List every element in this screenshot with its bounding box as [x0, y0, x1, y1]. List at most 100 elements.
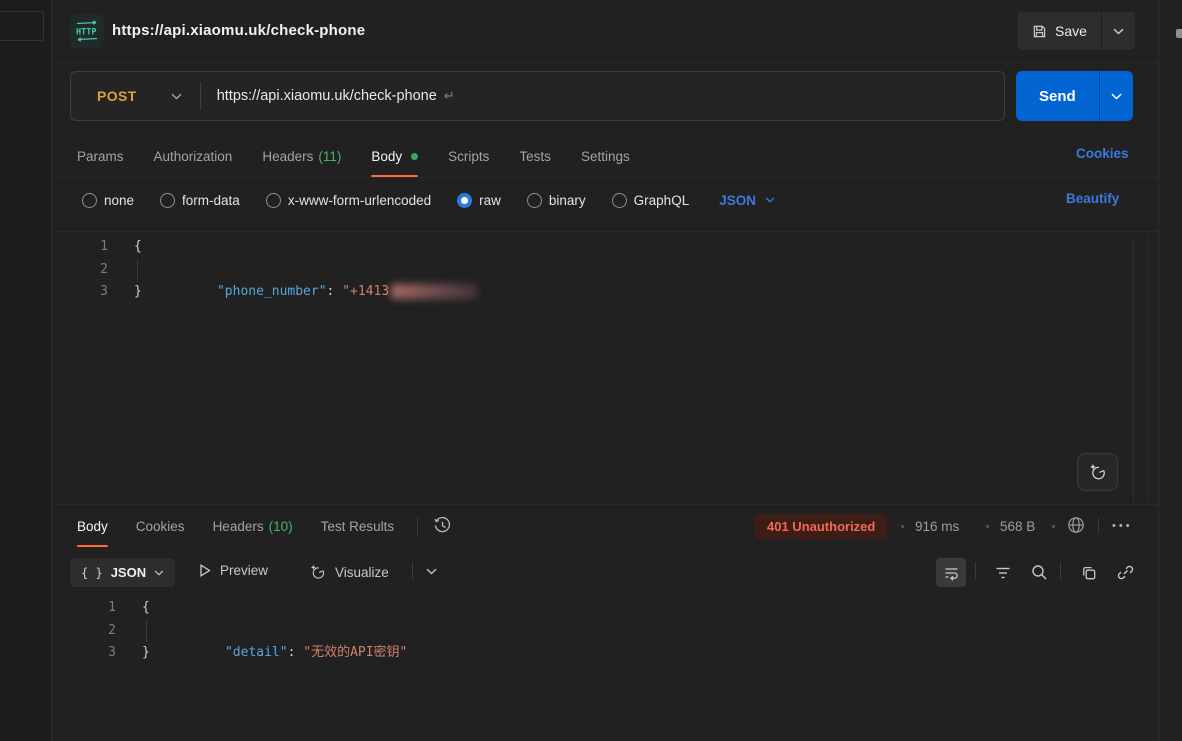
request-title: https://api.xiaomu.uk/check-phone — [112, 22, 365, 39]
response-tabs: Body Cookies Headers (10) Test Results — [77, 505, 394, 548]
chevron-down-icon — [154, 570, 164, 576]
tabs-bottom-border — [53, 177, 1158, 178]
link-icon[interactable] — [1110, 558, 1140, 587]
request-editor-gutter: 1 2 3 — [70, 236, 108, 304]
tab-params[interactable]: Params — [77, 136, 124, 177]
request-body-editor[interactable]: { "phone_number": "+1413 } — [134, 236, 477, 304]
radio-circle-selected — [457, 193, 472, 208]
radio-graphql[interactable]: GraphQL — [612, 193, 690, 208]
send-button[interactable]: Send — [1016, 71, 1099, 121]
response-body-editor[interactable]: { "detail": "无效的API密钥" } — [142, 597, 407, 665]
more-options-button[interactable]: ••• — [1112, 520, 1133, 532]
method-label: POST — [97, 88, 137, 104]
response-time[interactable]: 916 ms — [915, 519, 959, 534]
save-icon — [1032, 24, 1047, 39]
tab-scripts[interactable]: Scripts — [448, 136, 489, 177]
body-type-options: none form-data x-www-form-urlencoded raw… — [82, 182, 775, 218]
json-value-visible: "+1413 — [342, 284, 389, 299]
svg-text:HTTP: HTTP — [76, 28, 96, 38]
right-sidebar-rail[interactable] — [1158, 0, 1182, 741]
beautify-link[interactable]: Beautify — [1066, 191, 1119, 206]
copy-icon[interactable] — [1074, 558, 1104, 587]
response-tab-cookies[interactable]: Cookies — [136, 506, 185, 547]
headers-count-badge: (11) — [318, 149, 341, 164]
json-value: "无效的API密钥" — [303, 645, 407, 660]
enter-hint-icon: ↵ — [444, 88, 455, 103]
toolbar-divider — [1060, 562, 1061, 580]
status-badge[interactable]: 401 Unauthorized — [755, 514, 887, 539]
radio-circle — [266, 193, 281, 208]
radio-binary[interactable]: binary — [527, 193, 586, 208]
send-options-button[interactable] — [1100, 71, 1133, 121]
http-method-icon: HTTP — [70, 14, 104, 48]
language-dropdown[interactable]: JSON — [719, 193, 775, 208]
radio-raw[interactable]: raw — [457, 193, 501, 208]
redacted-phone-blur — [391, 284, 477, 299]
preview-button[interactable]: Preview — [198, 563, 268, 578]
json-key: "phone_number" — [217, 284, 327, 299]
tab-headers[interactable]: Headers (11) — [262, 136, 341, 177]
radio-form-data[interactable]: form-data — [160, 193, 240, 208]
response-tab-body[interactable]: Body — [77, 506, 108, 547]
response-headers-count-badge: (10) — [269, 519, 293, 534]
postbot-button[interactable] — [1077, 453, 1118, 491]
left-sidebar-rail[interactable] — [0, 0, 52, 741]
save-options-button[interactable] — [1102, 12, 1135, 50]
indent-guide — [137, 259, 138, 281]
save-split-button: Save — [1018, 12, 1135, 50]
tab-authorization[interactable]: Authorization — [154, 136, 233, 177]
send-split-button: Send — [1016, 71, 1133, 121]
request-header-bar: HTTP https://api.xiaomu.uk/check-phone S… — [53, 0, 1158, 63]
cookies-link[interactable]: Cookies — [1076, 146, 1129, 161]
meta-divider — [1098, 518, 1099, 534]
save-button-label: Save — [1055, 23, 1087, 39]
radio-circle — [527, 193, 542, 208]
url-input[interactable]: https://api.xiaomu.uk/check-phone ↵ — [201, 88, 455, 104]
network-globe-icon[interactable] — [1066, 515, 1086, 535]
radio-circle — [160, 193, 175, 208]
play-icon — [198, 563, 212, 578]
editor-scrollbar-track[interactable] — [1148, 236, 1149, 502]
json-key: "detail" — [225, 645, 288, 660]
url-value: https://api.xiaomu.uk/check-phone — [217, 88, 437, 104]
toolbar-divider — [412, 562, 413, 580]
separator-dot — [986, 525, 989, 528]
request-url-box: POST https://api.xiaomu.uk/check-phone ↵ — [70, 71, 1005, 121]
tab-tests[interactable]: Tests — [519, 136, 551, 177]
save-button[interactable]: Save — [1018, 12, 1101, 50]
history-icon[interactable] — [433, 516, 452, 535]
active-tab-underline — [77, 545, 108, 547]
toolbar-divider — [975, 562, 976, 580]
sparkle-circle-icon — [308, 563, 327, 581]
toolbar-chevron-down[interactable] — [426, 568, 437, 575]
editor-top-border — [53, 231, 1158, 232]
response-editor-gutter: 1 2 3 — [80, 597, 116, 665]
api-client-window: HTTP https://api.xiaomu.uk/check-phone S… — [0, 0, 1182, 741]
method-dropdown[interactable]: POST — [71, 88, 200, 104]
body-has-content-dot — [411, 153, 418, 160]
radio-circle — [82, 193, 97, 208]
response-tab-headers[interactable]: Headers (10) — [213, 506, 293, 547]
separator-dot — [1052, 525, 1055, 528]
search-icon[interactable] — [1024, 558, 1054, 587]
visualize-button[interactable]: Visualize — [308, 563, 389, 581]
tab-settings[interactable]: Settings — [581, 136, 630, 177]
braces-icon: { } — [81, 566, 103, 580]
chevron-down-icon — [171, 93, 182, 100]
radio-x-www-form-urlencoded[interactable]: x-www-form-urlencoded — [266, 193, 431, 208]
separator-dot — [901, 525, 904, 528]
response-format-dropdown[interactable]: { } JSON — [70, 558, 175, 587]
response-size[interactable]: 568 B — [1000, 519, 1035, 534]
filter-icon[interactable] — [988, 558, 1018, 587]
send-button-label: Send — [1039, 88, 1076, 105]
editor-scrollbar[interactable] — [1133, 236, 1134, 502]
right-rail-icon[interactable] — [1176, 29, 1182, 38]
response-tabs-divider — [417, 517, 418, 535]
chevron-down-icon — [765, 197, 775, 203]
response-tab-test-results[interactable]: Test Results — [321, 506, 395, 547]
radio-none[interactable]: none — [82, 193, 134, 208]
sidebar-collapsed-tab[interactable] — [0, 11, 44, 41]
wrap-text-toggle[interactable] — [936, 558, 966, 587]
tab-body[interactable]: Body — [371, 136, 418, 177]
request-tabs: Params Authorization Headers (11) Body S… — [77, 136, 630, 177]
